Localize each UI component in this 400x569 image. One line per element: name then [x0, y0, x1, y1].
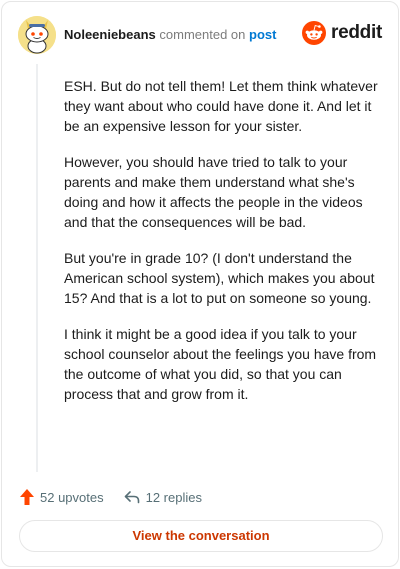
comment-header: Noleeniebeans commented on post reddit	[18, 16, 382, 56]
reply-count: 12 replies	[145, 489, 202, 505]
thread-line	[36, 64, 38, 472]
comment-paragraph: I think it might be a good idea if you t…	[64, 326, 377, 402]
view-conversation-button[interactable]: View the conversation	[19, 520, 383, 552]
username-link[interactable]: Noleeniebeans	[64, 27, 156, 42]
reddit-wordmark: reddit	[331, 22, 382, 43]
comment-byline: Noleeniebeans commented on post	[64, 27, 276, 42]
reddit-brand[interactable]: reddit	[302, 20, 382, 46]
upvote-count: 52 upvotes	[40, 489, 104, 505]
action-text: commented on	[159, 27, 246, 42]
upvote-stat[interactable]: 52 upvotes	[20, 489, 104, 505]
comment-paragraph: ESH. But do not tell them! Let them thin…	[64, 78, 378, 134]
comment-paragraph: However, you should have tried to talk t…	[64, 154, 363, 230]
reply-arrow-icon	[124, 491, 139, 504]
reddit-logo-icon	[302, 21, 327, 45]
comment-body: ESH. But do not tell them! Let them thin…	[64, 76, 382, 420]
comment-footer: 52 upvotes 12 replies	[20, 488, 202, 506]
upvote-arrow-icon	[20, 489, 34, 505]
snoo-avatar-icon	[18, 16, 56, 54]
user-avatar[interactable]	[18, 16, 56, 54]
post-link[interactable]: post	[249, 27, 276, 42]
comment-paragraph: But you're in grade 10? (I don't underst…	[64, 250, 375, 306]
comment-card: Noleeniebeans commented on post reddit E…	[1, 1, 399, 567]
reply-stat[interactable]: 12 replies	[124, 490, 202, 505]
